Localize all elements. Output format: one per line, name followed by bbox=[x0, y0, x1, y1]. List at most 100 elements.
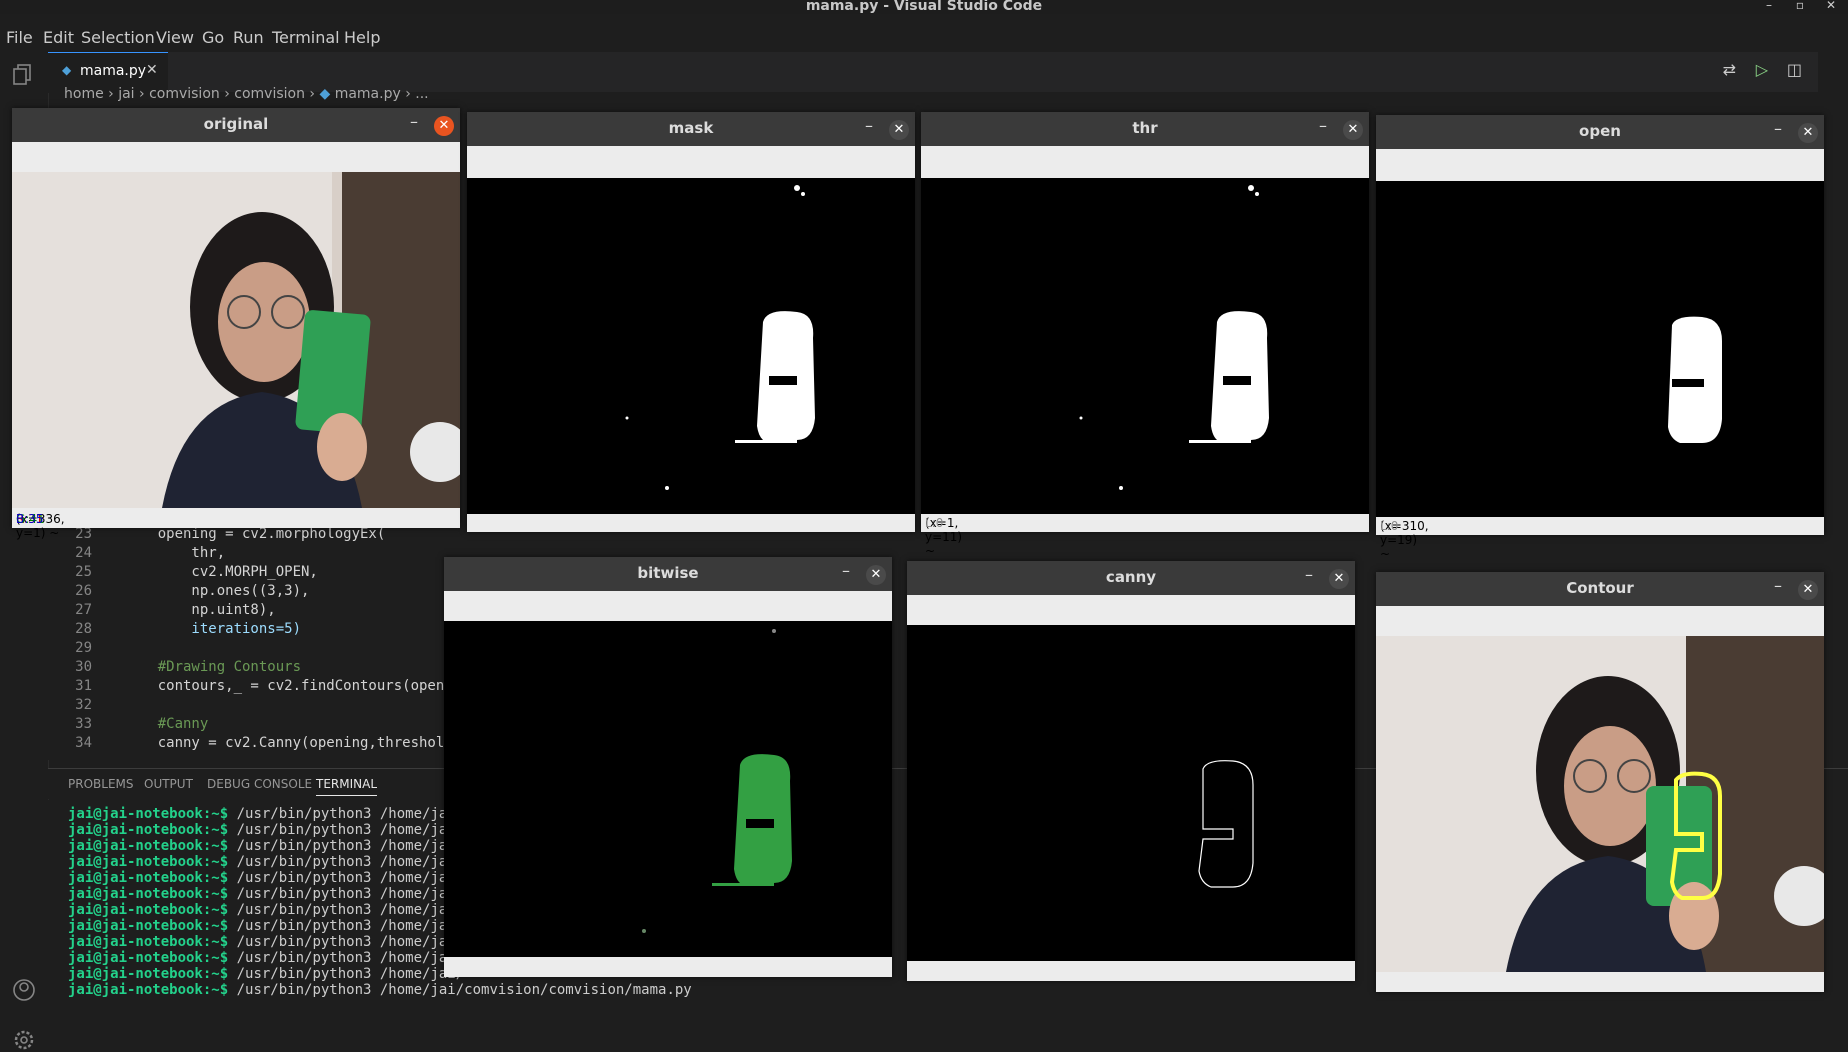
threshold-binary bbox=[921, 178, 1369, 514]
terminal-line: jai@jai-notebook:~$ /usr/bin/python3 /ho… bbox=[68, 982, 692, 998]
terminal-line: jai@jai-notebook:~$ /usr/bin/python3 /ho… bbox=[68, 902, 465, 918]
code-line: 34 canny = cv2.Canny(opening,threshold bbox=[75, 735, 453, 751]
camera-image[interactable] bbox=[12, 172, 460, 508]
opening-binary bbox=[1376, 181, 1824, 517]
breadcrumb-item[interactable]: comvision bbox=[234, 86, 305, 102]
window-contour[interactable]: Contour – ✕ bbox=[1376, 572, 1824, 992]
window-canny[interactable]: canny – ✕ bbox=[907, 561, 1355, 981]
menu-edit[interactable]: Edit bbox=[43, 28, 74, 47]
tab-debug-console[interactable]: DEBUG CONSOLE bbox=[207, 777, 312, 791]
menu-run[interactable]: Run bbox=[233, 28, 264, 47]
window-title: bitwise bbox=[637, 564, 699, 582]
window-title: mask bbox=[668, 119, 714, 137]
terminal-line: jai@jai-notebook:~$ /usr/bin/python3 /ho… bbox=[68, 838, 465, 854]
thr-image[interactable] bbox=[921, 178, 1369, 514]
menu-file[interactable]: File bbox=[6, 28, 33, 47]
compare-icon[interactable]: ⇄ bbox=[1723, 60, 1736, 79]
menu-view[interactable]: View bbox=[156, 28, 194, 47]
close-icon[interactable]: ✕ bbox=[866, 565, 886, 585]
explorer-icon[interactable] bbox=[12, 62, 36, 86]
minimize-icon[interactable]: – bbox=[1774, 576, 1782, 595]
terminal-line: jai@jai-notebook:~$ /usr/bin/python3 /ho… bbox=[68, 966, 465, 982]
window-header[interactable]: thr – ✕ bbox=[921, 112, 1369, 146]
breadcrumb-item[interactable]: comvision bbox=[149, 86, 220, 102]
terminal-line: jai@jai-notebook:~$ /usr/bin/python3 /ho… bbox=[68, 934, 465, 950]
window-title: canny bbox=[1105, 568, 1157, 586]
code-line: 32 bbox=[75, 697, 92, 713]
contour-photo bbox=[1376, 636, 1824, 972]
terminal-line: jai@jai-notebook:~$ /usr/bin/python3 /ho… bbox=[68, 918, 465, 934]
code-line: 28 iterations=5) bbox=[75, 621, 302, 637]
code-line: 31 contours,_ = cv2.findContours(openi bbox=[75, 678, 453, 694]
minimize-icon[interactable]: – bbox=[1766, 0, 1772, 12]
tab-problems[interactable]: PROBLEMS bbox=[68, 777, 134, 791]
minimize-icon[interactable]: – bbox=[865, 116, 873, 135]
terminal-line: jai@jai-notebook:~$ /usr/bin/python3 /ho… bbox=[68, 854, 465, 870]
close-icon[interactable]: ✕ bbox=[434, 116, 454, 136]
split-editor-icon[interactable]: ◫ bbox=[1787, 60, 1802, 79]
terminal-line: jai@jai-notebook:~$ /usr/bin/python3 /ho… bbox=[68, 870, 465, 886]
close-icon[interactable]: ✕ bbox=[1329, 569, 1349, 589]
window-header[interactable]: original – ✕ bbox=[12, 108, 460, 142]
window-title: original bbox=[203, 115, 269, 133]
settings-icon[interactable] bbox=[12, 1028, 36, 1052]
window-title: open bbox=[1579, 122, 1621, 140]
window-title: mama.py - Visual Studio Code bbox=[805, 0, 1043, 14]
terminal-line: jai@jai-notebook:~$ /usr/bin/python3 /ho… bbox=[68, 886, 465, 902]
close-icon[interactable]: ✕ bbox=[1343, 120, 1363, 140]
window-titlebar: mama.py - Visual Studio Code – ▫ ✕ bbox=[0, 0, 1848, 14]
breadcrumb-item[interactable]: ... bbox=[415, 86, 428, 102]
tab-terminal[interactable]: TERMINAL bbox=[316, 777, 378, 796]
menu-selection[interactable]: Selection bbox=[81, 28, 155, 47]
pixel-status: (x=310, y=19) ~ L:0 bbox=[1376, 517, 1824, 561]
bitwise-result bbox=[444, 621, 892, 957]
maximize-icon[interactable]: ▫ bbox=[1796, 0, 1804, 12]
window-header[interactable]: Contour – ✕ bbox=[1376, 572, 1824, 606]
window-thr[interactable]: thr – ✕ (x=1, y=11) ~ L:0 bbox=[921, 112, 1369, 558]
menu-terminal[interactable]: Terminal bbox=[272, 28, 340, 47]
breadcrumb-item[interactable]: jai bbox=[118, 86, 134, 102]
account-icon[interactable] bbox=[12, 978, 36, 1002]
close-icon[interactable]: ✕ bbox=[146, 62, 158, 78]
code-line: 30 #Drawing Contours bbox=[75, 659, 302, 675]
minimize-icon[interactable]: – bbox=[1774, 119, 1782, 138]
tab-output[interactable]: OUTPUT bbox=[144, 777, 193, 791]
bitwise-image[interactable] bbox=[444, 621, 892, 957]
window-header[interactable]: bitwise – ✕ bbox=[444, 557, 892, 591]
canny-image[interactable] bbox=[907, 625, 1355, 961]
close-icon[interactable]: ✕ bbox=[1826, 0, 1836, 12]
code-line: 23 opening = cv2.morphologyEx( bbox=[75, 526, 386, 542]
close-icon[interactable]: ✕ bbox=[889, 120, 909, 140]
code-line: 25 cv2.MORPH_OPEN, bbox=[75, 564, 318, 580]
minimize-icon[interactable]: – bbox=[842, 561, 850, 580]
mask-image[interactable] bbox=[467, 178, 915, 514]
window-header[interactable]: mask – ✕ bbox=[467, 112, 915, 146]
minimize-icon[interactable]: – bbox=[410, 112, 418, 131]
breadcrumb-item[interactable]: home bbox=[64, 86, 104, 102]
breadcrumb-item[interactable]: mama.py bbox=[335, 86, 401, 102]
close-icon[interactable]: ✕ bbox=[1798, 580, 1818, 600]
window-title: thr bbox=[1132, 119, 1158, 137]
close-icon[interactable]: ✕ bbox=[1798, 123, 1818, 143]
window-mask[interactable]: mask – ✕ bbox=[467, 112, 915, 532]
menu-help[interactable]: Help bbox=[344, 28, 380, 47]
breadcrumb: home › jai › comvision › comvision › ◆ m… bbox=[64, 86, 429, 102]
tab-label: mama.py bbox=[80, 63, 147, 79]
minimize-icon[interactable]: – bbox=[1319, 116, 1327, 135]
run-icon[interactable]: ▷ bbox=[1756, 60, 1768, 79]
code-line: 24 thr, bbox=[75, 545, 226, 561]
contour-image[interactable] bbox=[1376, 636, 1824, 972]
pixel-status: (x=336, y=1) ~ R:31 G:41 B:35 bbox=[12, 510, 460, 540]
canny-edges bbox=[907, 625, 1355, 961]
window-header[interactable]: open – ✕ bbox=[1376, 115, 1824, 149]
minimize-icon[interactable]: – bbox=[1305, 565, 1313, 584]
open-image[interactable] bbox=[1376, 181, 1824, 517]
menu-go[interactable]: Go bbox=[202, 28, 224, 47]
window-header[interactable]: canny – ✕ bbox=[907, 561, 1355, 595]
terminal-line: jai@jai-notebook:~$ /usr/bin/python3 /ho… bbox=[68, 950, 465, 966]
webcam-photo bbox=[12, 172, 460, 508]
window-open[interactable]: open – ✕ (x=310, y=19) ~ L:0 bbox=[1376, 115, 1824, 561]
window-original[interactable]: original – ✕ (x=336, y=1) ~ R:31 G:41 B:… bbox=[12, 108, 460, 540]
window-bitwise[interactable]: bitwise – ✕ bbox=[444, 557, 892, 977]
mask-binary bbox=[467, 178, 915, 514]
